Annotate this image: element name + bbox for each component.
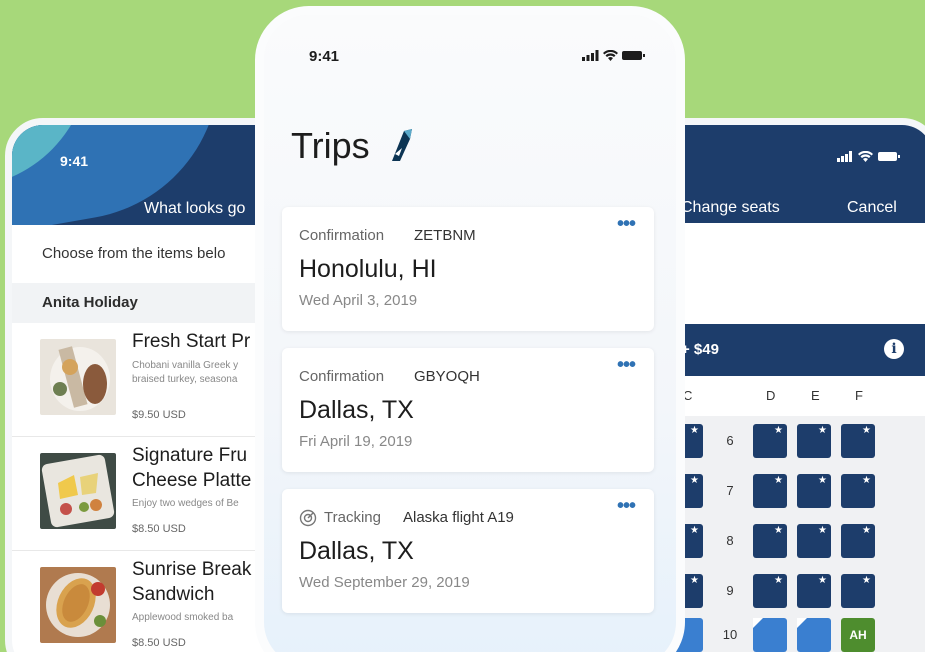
- column-label: F: [855, 388, 863, 403]
- column-label: E: [811, 388, 820, 403]
- trip-label: Confirmation: [299, 368, 385, 385]
- row-number: 8: [726, 533, 734, 548]
- battery-icon: [622, 51, 645, 60]
- trips-screen: 9:41 Trips Confirmation ZETBNM Honolulu,…: [264, 15, 676, 652]
- meal-description: Applewood smoked ba: [132, 612, 234, 623]
- seat[interactable]: ★: [797, 424, 831, 458]
- row-number: 9: [726, 583, 734, 598]
- page-title: Trips: [291, 125, 370, 166]
- more-options-icon[interactable]: •••: [617, 213, 636, 236]
- assigned-seat[interactable]: AH: [841, 618, 875, 652]
- seat[interactable]: ★: [841, 474, 875, 508]
- seat[interactable]: ★: [797, 524, 831, 558]
- wifi-icon: [858, 151, 873, 162]
- alaska-airlines-logo: [392, 129, 412, 161]
- star-icon: ★: [818, 525, 827, 536]
- row-number: 10: [722, 627, 738, 642]
- flight-number: Alaska flight A19: [403, 509, 514, 526]
- star-icon: ★: [774, 525, 783, 536]
- trip-date: Fri April 19, 2019: [299, 433, 413, 450]
- status-time: 9:41: [309, 48, 340, 65]
- star-icon: ★: [862, 575, 871, 586]
- row-number: 6: [726, 433, 734, 448]
- fare-price: + $49: [681, 341, 719, 358]
- cancel-button[interactable]: Cancel: [847, 199, 897, 217]
- confirmation-code: ZETBNM: [414, 227, 476, 244]
- meal-price: $8.50 USD: [132, 637, 186, 649]
- star-icon: ★: [818, 425, 827, 436]
- more-options-icon[interactable]: •••: [617, 354, 636, 377]
- meal-price: $8.50 USD: [132, 523, 186, 535]
- star-icon: ★: [774, 475, 783, 486]
- row-number: 7: [726, 483, 734, 498]
- meal-price: $9.50 USD: [132, 409, 186, 421]
- star-icon: ★: [690, 575, 699, 586]
- seat[interactable]: ★: [841, 524, 875, 558]
- seat-header-title: Change seats: [681, 199, 780, 216]
- seat[interactable]: ★: [753, 524, 787, 558]
- status-icons: [837, 151, 900, 162]
- confirmation-code: GBYOQH: [414, 368, 480, 385]
- meal-photo: [40, 567, 116, 643]
- info-icon[interactable]: i: [884, 339, 904, 359]
- trip-label: Tracking: [324, 509, 381, 526]
- meal-description: Chobani vanilla Greek y: [132, 360, 239, 371]
- seat[interactable]: [797, 618, 831, 652]
- seat-column-headers: C D E F: [647, 376, 925, 416]
- meal-header-title: What looks go: [144, 200, 246, 217]
- fare-banner: + $49 i: [647, 324, 925, 376]
- star-icon: ★: [818, 475, 827, 486]
- trip-card[interactable]: Tracking Alaska flight A19 Dallas, TX We…: [282, 489, 654, 613]
- seat[interactable]: ★: [797, 474, 831, 508]
- star-icon: ★: [690, 425, 699, 436]
- seat-fold: [753, 618, 763, 628]
- star-icon: ★: [774, 425, 783, 436]
- seat[interactable]: ★: [797, 574, 831, 608]
- meal-description: Enjoy two wedges of Be: [132, 498, 239, 509]
- column-label: D: [766, 388, 776, 403]
- status-icons: [582, 50, 646, 61]
- seat-map: ★ 6 ★ ★ ★ ★ 7 ★ ★ ★ ★ 8 ★ ★ ★ ★ 9 ★ ★ ★ …: [647, 416, 925, 652]
- star-icon: ★: [862, 425, 871, 436]
- seat[interactable]: [753, 618, 787, 652]
- seat-fold: [797, 618, 807, 628]
- star-icon: ★: [690, 475, 699, 486]
- star-icon: ★: [862, 475, 871, 486]
- more-options-icon[interactable]: •••: [617, 495, 636, 518]
- signal-icon: [837, 151, 852, 162]
- battery-icon: [878, 152, 900, 161]
- star-icon: ★: [774, 575, 783, 586]
- trip-destination: Honolulu, HI: [299, 255, 437, 283]
- trip-destination: Dallas, TX: [299, 537, 414, 565]
- meal-photo: [40, 453, 116, 529]
- trips-phone: 9:41 Trips Confirmation ZETBNM Honolulu,…: [255, 6, 685, 652]
- wifi-icon: [603, 50, 618, 61]
- trip-card[interactable]: Confirmation ZETBNM Honolulu, HI Wed Apr…: [282, 207, 654, 331]
- meal-description: braised turkey, seasona: [132, 374, 238, 385]
- seat[interactable]: ★: [753, 474, 787, 508]
- status-time: 9:41: [60, 153, 89, 169]
- star-icon: ★: [690, 525, 699, 536]
- seat[interactable]: ★: [753, 424, 787, 458]
- seat[interactable]: ★: [841, 574, 875, 608]
- star-icon: ★: [862, 525, 871, 536]
- seat[interactable]: ★: [753, 574, 787, 608]
- trip-card[interactable]: Confirmation GBYOQH Dallas, TX Fri April…: [282, 348, 654, 472]
- trip-date: Wed September 29, 2019: [299, 574, 470, 591]
- trip-date: Wed April 3, 2019: [299, 292, 418, 309]
- signal-icon: [582, 50, 599, 61]
- seat-header: Change seats Cancel: [647, 125, 925, 223]
- trip-label: Confirmation: [299, 227, 385, 244]
- target-icon: [299, 509, 317, 527]
- seat[interactable]: ★: [841, 424, 875, 458]
- meal-photo: [40, 339, 116, 415]
- trip-destination: Dallas, TX: [299, 396, 414, 424]
- star-icon: ★: [818, 575, 827, 586]
